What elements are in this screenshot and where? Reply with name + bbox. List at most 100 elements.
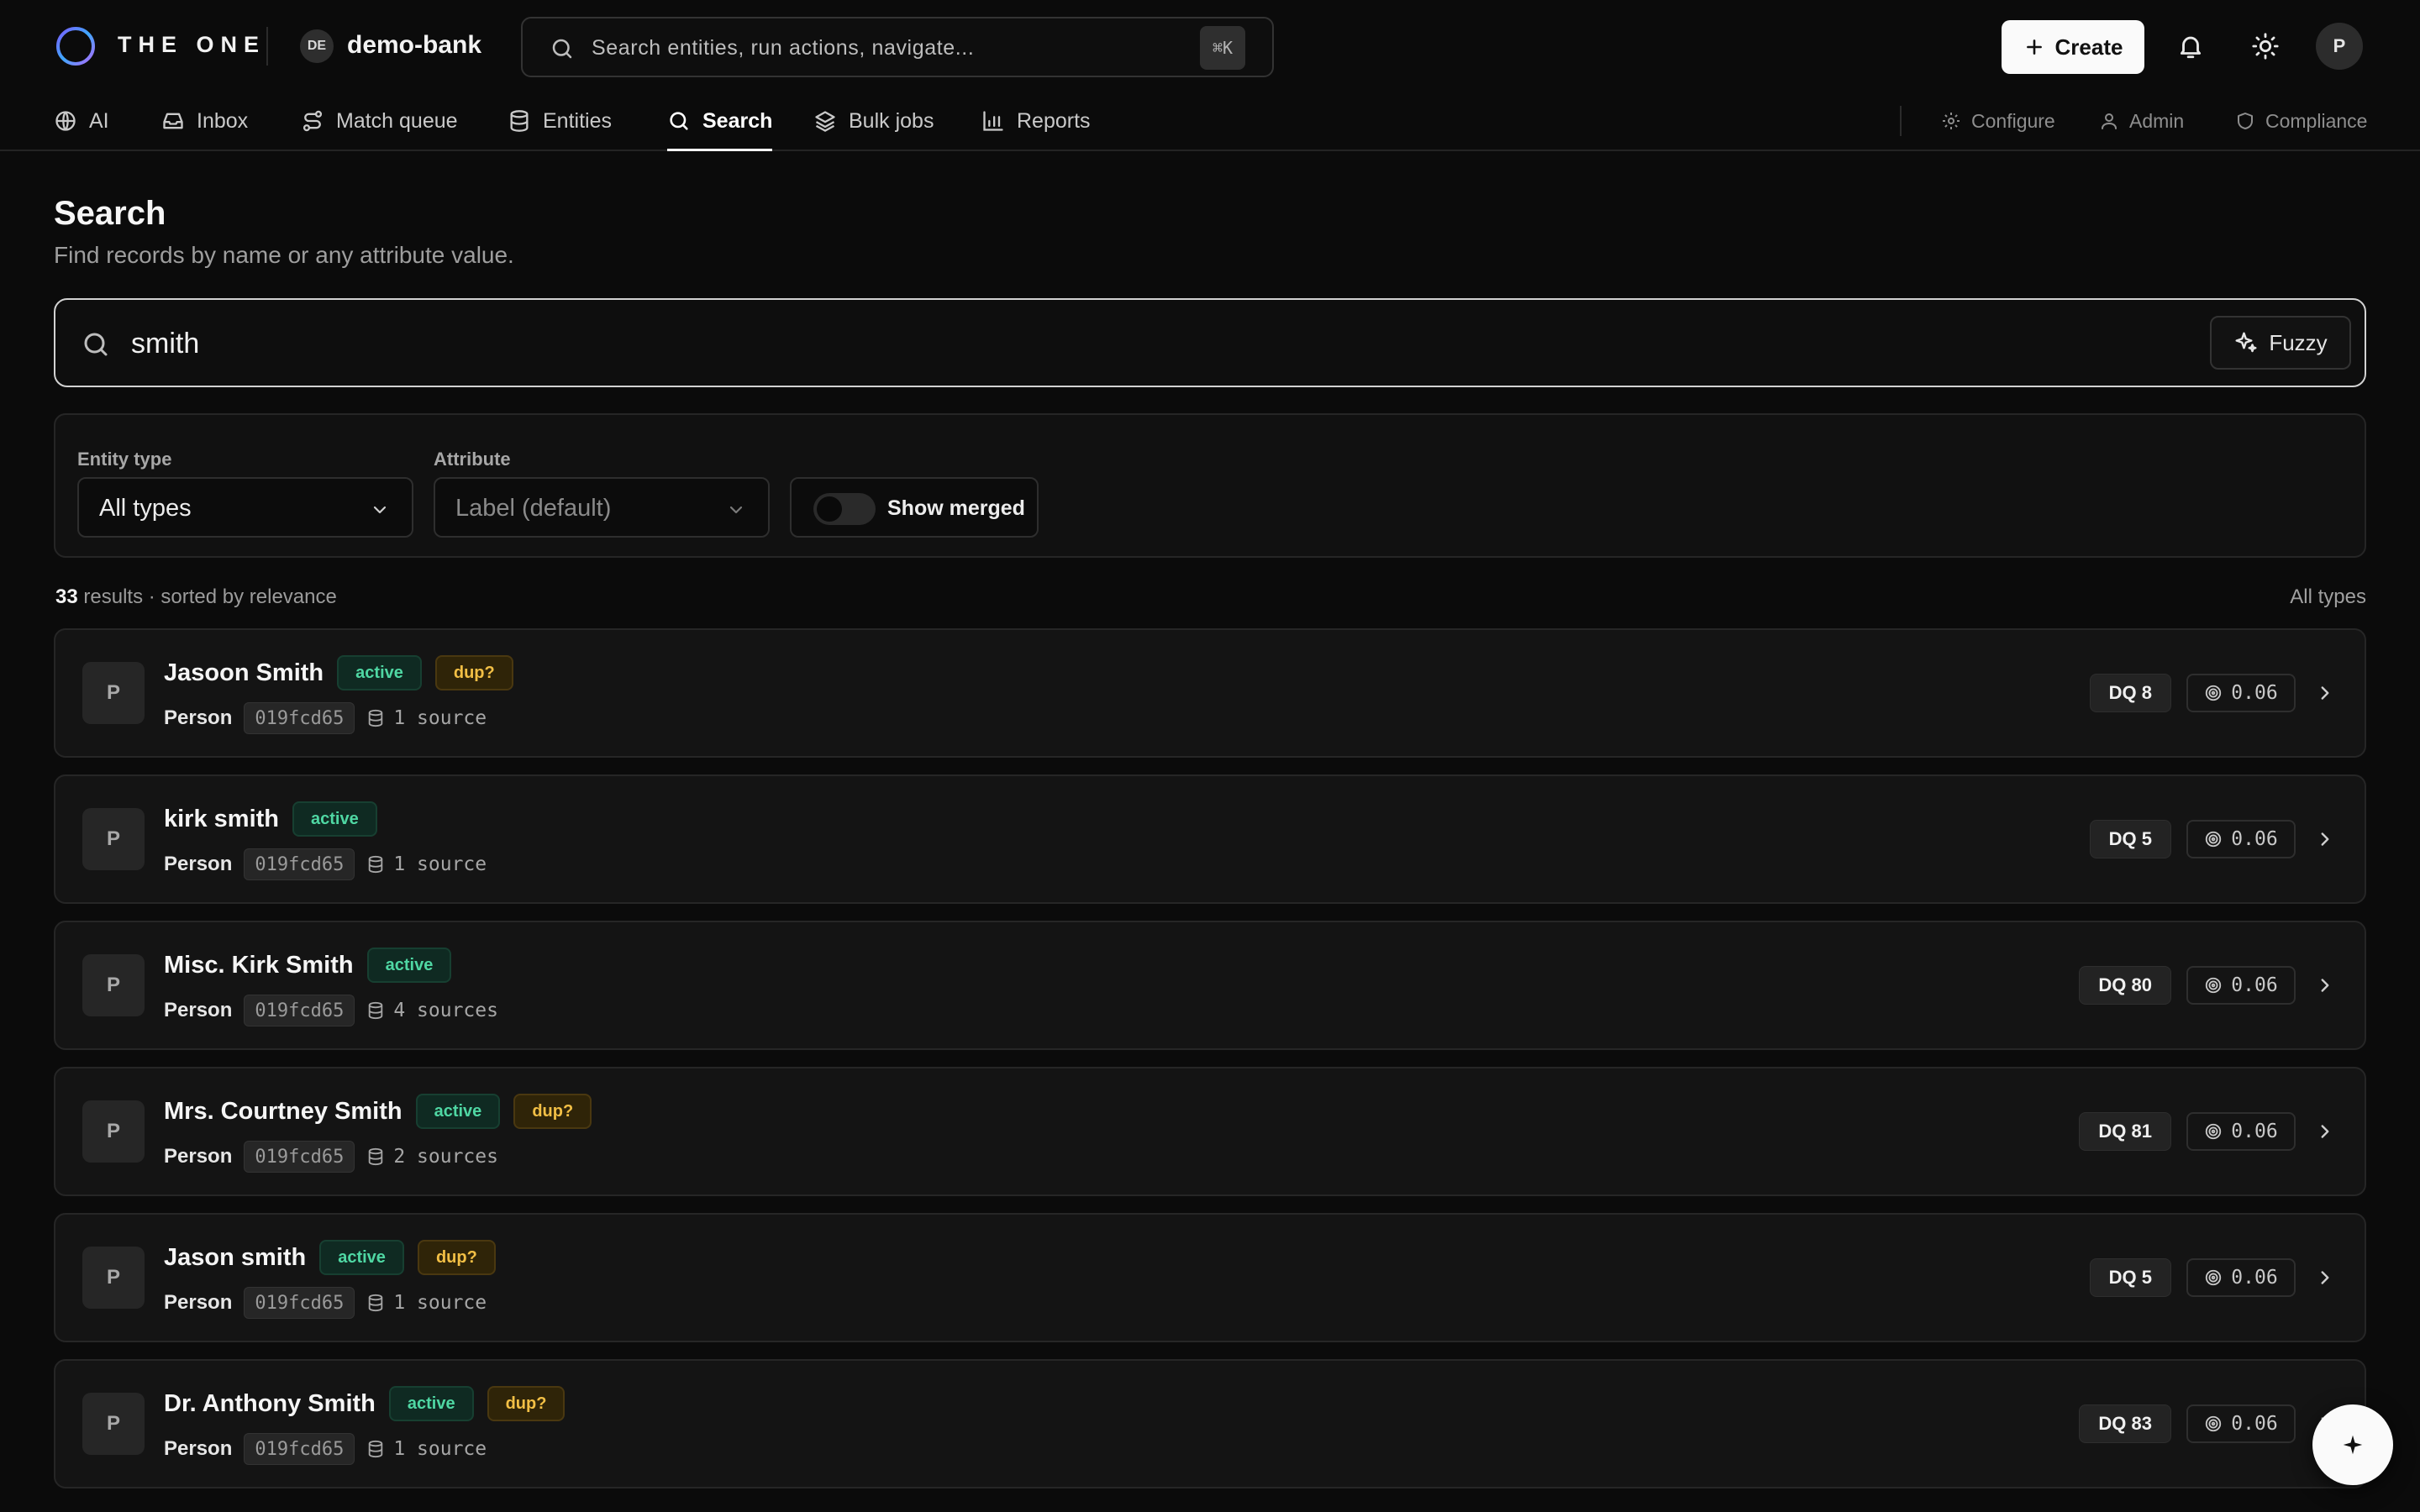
entity-name[interactable]: Misc. Kirk Smith: [164, 952, 354, 979]
entity-type-select[interactable]: All types: [77, 477, 413, 538]
page-title: Search: [54, 195, 166, 232]
route-icon: [302, 110, 323, 132]
brand-name[interactable]: THE ONE: [118, 32, 266, 58]
source-count: 1 source: [366, 1292, 487, 1314]
show-merged-toggle[interactable]: [813, 493, 876, 525]
nav-item-compliance[interactable]: Compliance: [2235, 92, 2367, 150]
source-count: 1 source: [366, 1438, 487, 1460]
database-icon: [369, 1001, 383, 1020]
source-count-label: 1 source: [393, 1438, 487, 1460]
nav-item-entities[interactable]: Entities: [508, 92, 612, 150]
result-metrics: DQ 83 0.06: [2079, 1404, 2339, 1443]
entity-avatar: P: [82, 1100, 145, 1163]
workspace-name[interactable]: demo-bank: [347, 31, 481, 60]
theme-toggle-button[interactable]: [2249, 29, 2282, 63]
result-meta: Person 019fcd65 1 source: [164, 702, 487, 734]
nav-item-ai[interactable]: AI: [54, 92, 109, 150]
attribute-select[interactable]: Label (default): [434, 477, 770, 538]
chevron-right-icon: [2321, 1125, 2329, 1138]
nav-item-configure[interactable]: Configure: [1941, 92, 2055, 150]
entity-avatar: P: [82, 1247, 145, 1309]
result-header: Mrs. Courtney Smith active dup?: [164, 1094, 592, 1129]
inbox-icon: [163, 113, 183, 129]
sparkles-icon: [2235, 332, 2257, 353]
result-row[interactable]: Pkirk smith active Person 019fcd65 1 source D…: [54, 774, 2366, 904]
entity-name[interactable]: Jason smith: [164, 1244, 306, 1272]
entity-avatar: P: [82, 1393, 145, 1455]
entity-id: 019fcd65: [244, 1141, 355, 1173]
globe-icon: [55, 111, 76, 131]
result-meta: Person 019fcd65 2 sources: [164, 1141, 498, 1173]
search-input[interactable]: smith Fuzzy: [54, 298, 2366, 387]
result-row[interactable]: P Jasoon Smith active dup? Person 019fcd65 1 s…: [54, 628, 2366, 758]
sparkle-icon: [2343, 1435, 2363, 1455]
logo-icon: [56, 27, 95, 66]
create-button[interactable]: Create: [2002, 20, 2144, 74]
chevron-down-icon: [729, 506, 743, 514]
open-entity-button[interactable]: [2311, 1263, 2339, 1292]
nav-item-admin[interactable]: Admin: [2099, 92, 2184, 150]
entity-id: 019fcd65: [244, 1433, 355, 1465]
workspace-avatar[interactable]: DE: [300, 29, 334, 63]
entity-type: Person: [164, 999, 233, 1021]
nav-item-search[interactable]: Search: [667, 92, 773, 151]
open-entity-button[interactable]: [2311, 971, 2339, 1000]
command-search[interactable]: Search entities, run actions, navigate..…: [521, 17, 1274, 77]
user-avatar[interactable]: P: [2316, 23, 2363, 70]
fuzzy-toggle-button[interactable]: Fuzzy: [2210, 316, 2351, 370]
status-badge: active: [388, 1386, 474, 1421]
entity-name[interactable]: Jasoon Smith: [164, 659, 324, 687]
results-summary: 33 results · sorted by relevance: [55, 585, 337, 609]
nav-item-bulk-jobs[interactable]: Bulk jobs: [813, 92, 934, 150]
nav-item-label: Reports: [1017, 108, 1091, 133]
search-icon: [552, 39, 572, 59]
duplicate-badge: dup?: [434, 655, 513, 690]
relevance-score: 0.06: [2186, 820, 2296, 858]
data-quality-badge: DQ 5: [2089, 1258, 2171, 1297]
ai-assistant-button[interactable]: [2312, 1404, 2393, 1485]
nav-item-label: Admin: [2129, 109, 2185, 132]
target-icon: [2206, 1415, 2222, 1432]
open-entity-button[interactable]: [2311, 825, 2339, 853]
result-row[interactable]: P Misc. Kirk Smith active Person 019fcd65 4 s…: [54, 921, 2366, 1050]
result-row[interactable]: P Dr. Anthony Smith active dup? Person 019fcd…: [54, 1359, 2366, 1488]
command-search-placeholder: Search entities, run actions, navigate..…: [592, 36, 975, 60]
chevron-down-icon: [373, 506, 387, 514]
notifications-button[interactable]: [2174, 29, 2207, 63]
nav-item-reports[interactable]: Reports: [981, 92, 1091, 150]
target-icon: [2206, 685, 2222, 701]
nav-item-match-queue[interactable]: Match queue: [301, 92, 458, 150]
database-icon: [369, 1147, 383, 1166]
result-meta: Person 019fcd65 1 source: [164, 1433, 487, 1465]
entity-id: 019fcd65: [244, 702, 355, 734]
result-row[interactable]: P Mrs. Courtney Smith active dup? Person 019f…: [54, 1067, 2366, 1196]
relevance-score: 0.06: [2186, 1112, 2296, 1151]
nav-item-inbox[interactable]: Inbox: [161, 92, 248, 150]
duplicate-badge: dup?: [513, 1094, 592, 1129]
entity-avatar: P: [82, 662, 145, 724]
entity-name[interactable]: Dr. Anthony Smith: [164, 1390, 376, 1418]
nav-item-label: Configure: [1971, 109, 2055, 132]
entity-name[interactable]: kirk smith: [164, 806, 279, 833]
duplicate-badge: dup?: [417, 1240, 496, 1275]
open-entity-button[interactable]: [2311, 679, 2339, 707]
show-merged-label: Show merged: [887, 496, 1025, 520]
entity-name[interactable]: Mrs. Courtney Smith: [164, 1098, 402, 1126]
search-input-value[interactable]: smith: [131, 328, 199, 360]
source-count: 4 sources: [366, 1000, 498, 1021]
source-count: 1 source: [366, 853, 487, 875]
page-subtitle: Find records by name or any attribute va…: [54, 242, 514, 268]
filter-panel: Entity type All types Attribute Label (d…: [54, 413, 2366, 558]
fuzzy-label: Fuzzy: [2269, 329, 2328, 355]
entity-id: 019fcd65: [244, 1287, 355, 1319]
database-icon: [369, 709, 383, 727]
open-entity-button[interactable]: [2311, 1117, 2339, 1146]
result-row[interactable]: P Jason smith active dup? Person 019fcd65 1 so…: [54, 1213, 2366, 1342]
show-merged-control[interactable]: Show merged: [790, 477, 1039, 538]
result-meta: Person 019fcd65 4 sources: [164, 995, 498, 1026]
entity-type-value: All types: [99, 495, 192, 522]
entity-id: 019fcd65: [244, 848, 355, 880]
target-icon: [2206, 831, 2222, 848]
source-count-label: 1 source: [393, 1292, 487, 1314]
entity-type: Person: [164, 1291, 233, 1314]
